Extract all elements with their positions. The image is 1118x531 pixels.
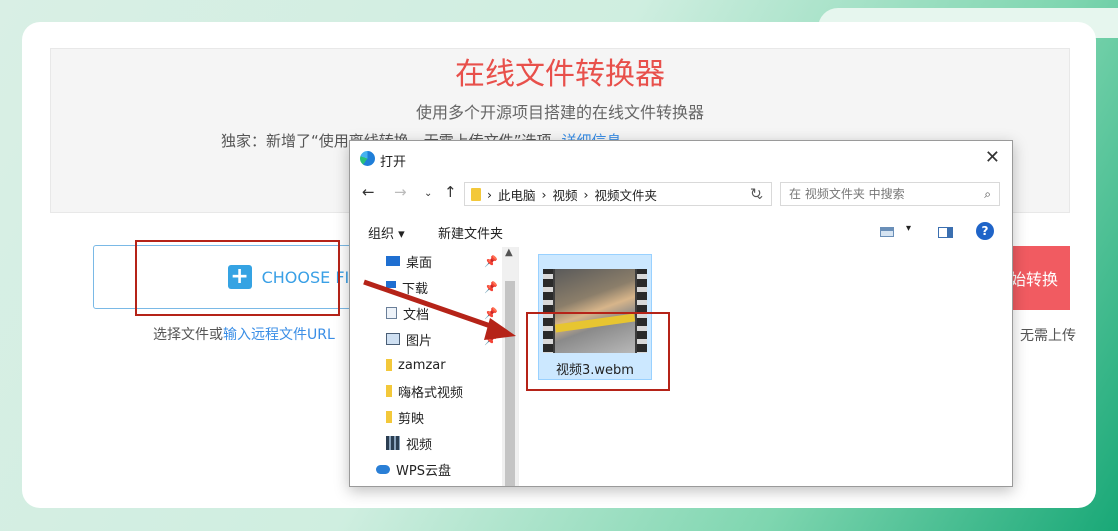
annotation-arrow <box>363 279 516 340</box>
arrow-shaft <box>363 279 503 333</box>
arrow-head <box>484 318 516 340</box>
